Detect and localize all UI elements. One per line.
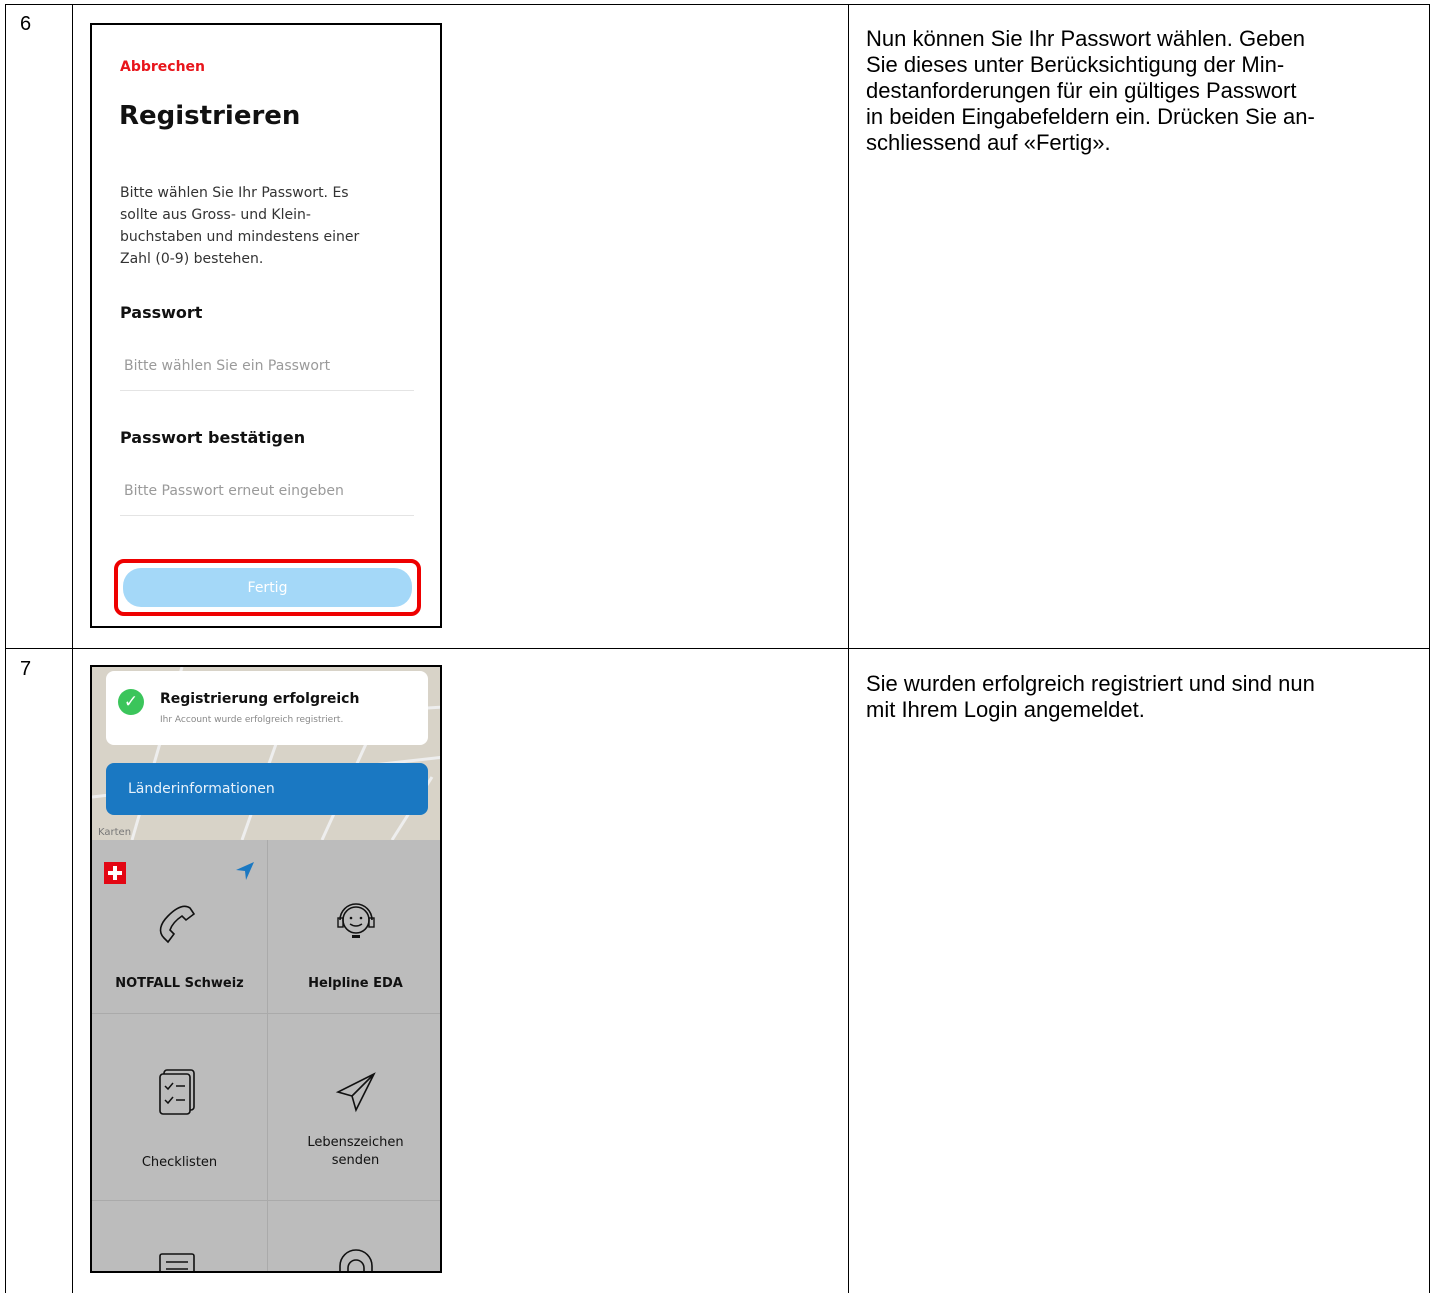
grid-divider <box>92 1200 440 1201</box>
tile-emergency[interactable]: NOTFALL Schweiz <box>92 840 267 1013</box>
step-number: 7 <box>20 658 32 680</box>
home-screenshot: ✓ Registrierung erfolgreich Ihr Account … <box>90 665 442 1273</box>
tile-checklists[interactable]: Checklisten <box>92 1014 267 1200</box>
table-border-top <box>5 4 1430 5</box>
phone-icon <box>159 905 196 944</box>
headset-icon <box>337 903 375 938</box>
instruction-line: sollte aus Gross- und Klein- <box>120 207 311 223</box>
description-line: in beiden Eingabefeldern ein. Drücken Si… <box>866 104 1315 129</box>
step-number: 6 <box>20 13 32 35</box>
password-label: Passwort <box>120 303 203 322</box>
maps-attribution: Karten <box>98 827 132 838</box>
map-background: ✓ Registrierung erfolgreich Ihr Account … <box>92 667 440 840</box>
instruction-line: buchstaben und mindestens einer <box>120 229 360 245</box>
toast-title: Registrierung erfolgreich <box>160 691 360 707</box>
toast-subtitle: Ihr Account wurde erfolgreich registrier… <box>160 715 344 725</box>
success-toast: ✓ Registrierung erfolgreich Ihr Account … <box>106 671 428 745</box>
tile-helpline[interactable]: Helpline EDA <box>268 840 440 1013</box>
tile-label: Checklisten <box>141 1155 218 1170</box>
shield-icon <box>339 1249 373 1271</box>
description-line: destanforderungen für ein gültiges Passw… <box>866 78 1297 103</box>
table-border-left <box>5 4 6 1293</box>
password-instructions: Bitte wählen Sie Ihr Passwort. Es sollte… <box>120 182 400 270</box>
table-column-divider-1 <box>72 4 73 1293</box>
table-column-divider-2 <box>848 4 849 1293</box>
description-line: Sie wurden erfolgreich registriert und s… <box>866 671 1315 696</box>
document-icon <box>159 1253 195 1271</box>
instruction-line: Zahl (0-9) bestehen. <box>120 251 264 267</box>
confirm-password-input[interactable] <box>120 466 414 516</box>
tile-label: Helpline EDA <box>308 976 403 991</box>
description-line: Nun können Sie Ihr Passwort wählen. Gebe… <box>866 26 1306 51</box>
tile-label: Lebenszeichen senden <box>268 1134 440 1170</box>
done-button[interactable]: Fertig <box>123 568 412 607</box>
feature-grid: NOTFALL Schweiz Helpline EDA Checklisten <box>92 840 440 1271</box>
tile-label: NOTFALL Schweiz <box>115 976 244 991</box>
country-info-button[interactable]: Länderinformationen <box>106 763 428 815</box>
tile-send-sign-of-life[interactable]: Lebenszeichen senden <box>268 1014 440 1200</box>
tile-label-line: senden <box>331 1153 380 1168</box>
cancel-button[interactable]: Abbrechen <box>120 59 205 75</box>
step-description: Nun können Sie Ihr Passwort wählen. Gebe… <box>866 26 1426 156</box>
paper-plane-icon <box>335 1072 376 1113</box>
password-input[interactable] <box>120 341 414 391</box>
description-line: mit Ihrem Login angemeldet. <box>866 697 1145 722</box>
description-line: schliessend auf «Fertig». <box>866 130 1111 155</box>
table-border-right <box>1429 4 1430 1293</box>
description-line: Sie dieses unter Berücksichtigung der Mi… <box>866 52 1285 77</box>
highlight-frame: Fertig <box>114 559 421 616</box>
page-title: Registrieren <box>119 101 301 131</box>
checklist-icon <box>159 1069 195 1115</box>
register-screenshot: Abbrechen Registrieren Bitte wählen Sie … <box>90 23 442 628</box>
confirm-password-label: Passwort bestätigen <box>120 428 306 447</box>
table-border-middle <box>5 648 1430 649</box>
instruction-line: Bitte wählen Sie Ihr Passwort. Es <box>120 185 349 201</box>
step-description: Sie wurden erfolgreich registriert und s… <box>866 671 1426 723</box>
tile-label-line: Lebenszeichen <box>307 1135 404 1150</box>
checkmark-icon: ✓ <box>118 689 144 715</box>
